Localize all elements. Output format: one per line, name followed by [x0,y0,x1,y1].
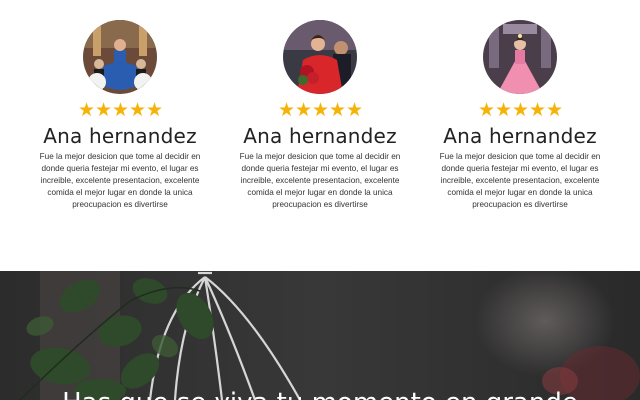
review-text: Fue la mejor desicion que tome al decidi… [439,152,601,209]
star-icon: ★ [345,100,363,121]
testimonials-section: ★★★★★ Ana hernandez Fue la mejor desicio… [0,0,640,271]
star-icon: ★ [77,100,95,121]
star-rating: ★★★★★ [220,100,420,121]
hero-heading: Has que se viva tu momento en grande [0,388,640,400]
avatar [83,20,157,94]
star-icon: ★ [128,100,146,121]
star-rating: ★★★★★ [20,100,220,121]
star-icon: ★ [94,100,112,121]
star-icon: ★ [145,100,163,121]
star-icon: ★ [494,100,512,121]
review-text: Fue la mejor desicion que tome al decidi… [239,152,401,209]
testimonial-card: ★★★★★ Ana hernandez Fue la mejor desicio… [220,20,420,211]
reviewer-name: Ana hernandez [243,124,397,148]
star-icon: ★ [311,100,329,121]
star-icon: ★ [294,100,312,121]
testimonial-card: ★★★★★ Ana hernandez Fue la mejor desicio… [20,20,220,211]
reviewer-name: Ana hernandez [443,124,597,148]
star-icon: ★ [328,100,346,121]
star-icon: ★ [528,100,546,121]
star-icon: ★ [545,100,563,121]
hero-background-image [0,271,640,400]
star-icon: ★ [111,100,129,121]
avatar [283,20,357,94]
review-text: Fue la mejor desicion que tome al decidi… [39,152,201,209]
star-rating: ★★★★★ [420,100,620,121]
avatar [483,20,557,94]
hero-banner: Has que se viva tu momento en grande [0,271,640,400]
testimonial-card: ★★★★★ Ana hernandez Fue la mejor desicio… [420,20,620,211]
reviewer-name: Ana hernandez [43,124,197,148]
star-icon: ★ [477,100,495,121]
star-icon: ★ [277,100,295,121]
star-icon: ★ [511,100,529,121]
